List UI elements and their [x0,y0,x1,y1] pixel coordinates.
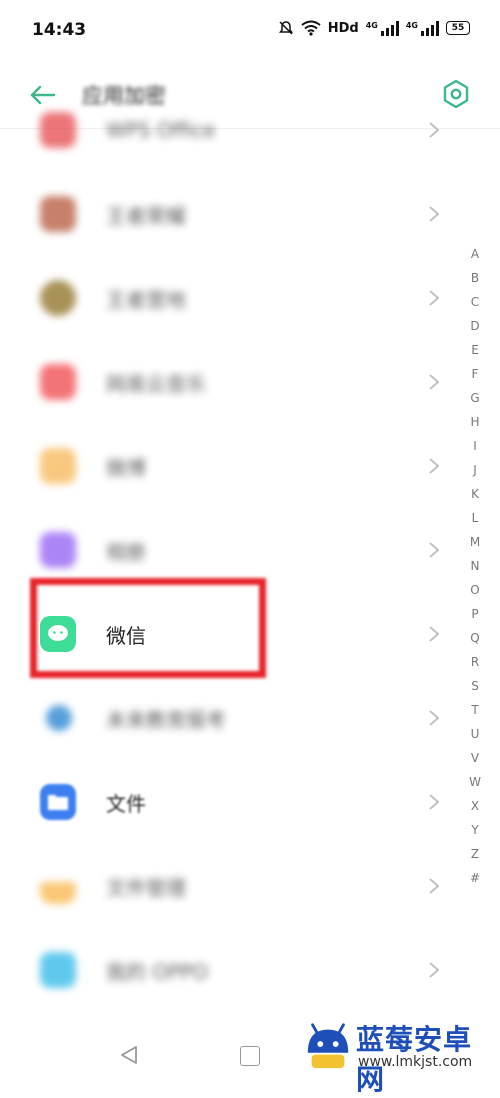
alpha-y[interactable]: Y [464,818,486,842]
alpha-f[interactable]: F [464,362,486,386]
alpha-q[interactable]: Q [464,626,486,650]
chevron-right-icon [429,458,440,474]
alpha-o[interactable]: O [464,578,486,602]
battery-level: 55 [451,23,465,33]
nav-back-icon[interactable] [118,1044,140,1066]
alpha-v[interactable]: V [464,746,486,770]
alpha-n[interactable]: N [464,554,486,578]
alpha-l[interactable]: L [464,506,486,530]
signal-1-icon: 4G [366,20,399,36]
highlight-box [30,578,266,678]
alpha-s[interactable]: S [464,674,486,698]
app-icon-weibo [40,448,76,484]
wifi-icon [301,20,321,36]
app-label: 网易云音乐 [106,371,206,396]
list-item-wps[interactable]: WPS Office [0,88,460,172]
app-icon-wps [40,112,76,148]
alpha-w[interactable]: W [464,770,486,794]
list-item-wangzheyingdi[interactable]: 王者营地 [0,256,460,340]
list-item-wangzherongyao[interactable]: 王者荣耀 [0,172,460,256]
nav-home-icon[interactable] [240,1046,260,1066]
watermark-url: www.lmkjst.com [358,1054,473,1070]
app-label: 文件管理 [106,875,186,900]
chevron-right-icon [429,962,440,978]
app-label: 王者营地 [106,287,186,312]
alpha-k[interactable]: K [464,482,486,506]
mascot-logo-icon [307,1023,349,1069]
status-bar: 14:43 HDd 4G 4G 55 [0,0,500,60]
chevron-right-icon [429,710,440,726]
list-item-files[interactable]: 文件 [0,760,460,844]
hd-indicator: HDd [327,20,359,36]
app-label: 未来教育报考 [106,707,226,732]
alpha-e[interactable]: E [464,338,486,362]
alpha-c[interactable]: C [464,290,486,314]
signal-2-icon: 4G [406,20,439,36]
status-icons: HDd 4G 4G 55 [278,20,470,36]
alpha-z[interactable]: Z [464,842,486,866]
app-icon-edu [46,705,72,731]
alpha-t[interactable]: T [464,698,486,722]
chevron-right-icon [429,626,440,642]
app-label: 我的 OPPO [106,959,208,984]
app-icon-files [40,784,76,820]
bell-muted-icon [278,21,293,35]
app-icon-game [40,196,76,232]
chevron-right-icon [429,290,440,306]
alpha-d[interactable]: D [464,314,486,338]
list-item-file-manager[interactable]: 文件管理 [0,844,460,928]
app-icon-music [40,364,76,400]
alpha-m[interactable]: M [464,530,486,554]
watermark: 蓝莓安卓网 www.lmkjst.com [302,1016,492,1096]
alpha-j[interactable]: J [464,458,486,482]
app-icon-album [40,532,76,568]
alpha-p[interactable]: P [464,602,486,626]
alpha-x[interactable]: X [464,794,486,818]
list-item-my-oppo[interactable]: 我的 OPPO [0,928,460,1012]
alpha-u[interactable]: U [464,722,486,746]
alpha-i[interactable]: I [464,434,486,458]
alphabet-index[interactable]: A B C D E F G H I J K L M N O P Q R S T … [464,242,486,890]
app-label: 相册 [106,539,146,564]
chevron-right-icon [429,794,440,810]
alpha-h[interactable]: H [464,410,486,434]
list-item-weibo[interactable]: 微博 [0,424,460,508]
chevron-right-icon [429,542,440,558]
chevron-right-icon [429,206,440,222]
alpha-hash[interactable]: # [464,866,486,890]
list-item-future-edu[interactable]: 未来教育报考 [0,676,460,760]
app-icon-camp [40,280,76,316]
app-label: WPS Office [106,118,216,142]
chevron-right-icon [429,878,440,894]
alpha-g[interactable]: G [464,386,486,410]
app-label: 微博 [106,455,146,480]
alpha-r[interactable]: R [464,650,486,674]
folder-icon [48,795,68,810]
app-label: 王者荣耀 [106,203,186,228]
alpha-b[interactable]: B [464,266,486,290]
chevron-right-icon [429,374,440,390]
app-icon-file-manager [40,882,76,904]
app-label-files: 文件 [106,791,146,816]
status-time: 14:43 [32,20,87,40]
list-item-netease-music[interactable]: 网易云音乐 [0,340,460,424]
alpha-a[interactable]: A [464,242,486,266]
battery-icon: 55 [446,21,470,35]
app-icon-oppo [40,952,76,988]
chevron-right-icon [429,122,440,138]
